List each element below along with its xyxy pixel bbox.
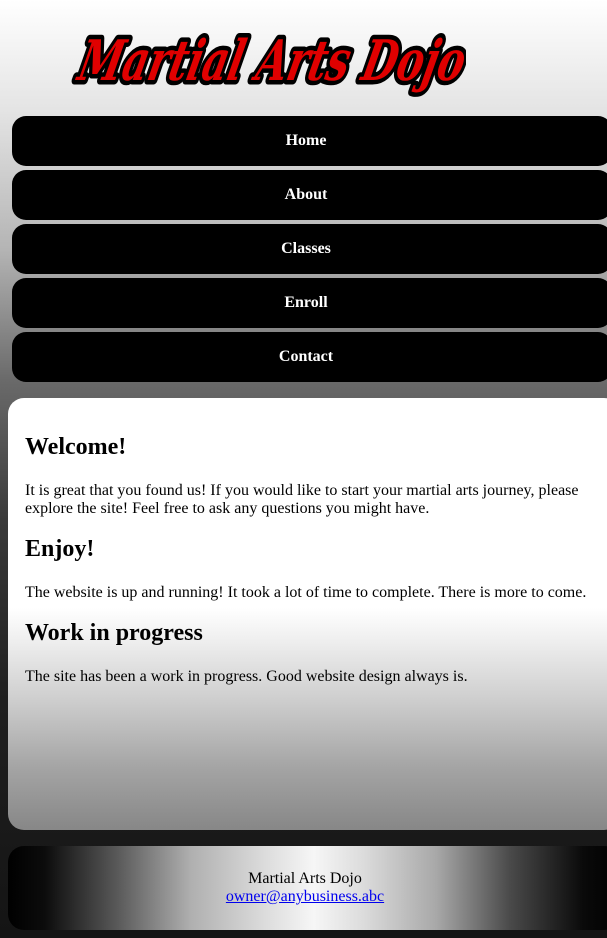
site-header: Martial Arts Dojo Martial Arts Dojo: [0, 0, 607, 112]
main-content: Welcome! It is great that you found us! …: [8, 398, 607, 830]
enjoy-heading: Enjoy!: [25, 536, 95, 562]
nav-item-enroll[interactable]: Enroll: [12, 278, 607, 328]
work-in-progress-text: The site has been a work in progress. Go…: [25, 668, 468, 685]
site-footer: Martial Arts Dojo owner@anybusiness.abc: [8, 846, 607, 930]
nav-item-classes[interactable]: Classes: [12, 224, 607, 274]
nav-item-contact[interactable]: Contact: [12, 332, 607, 382]
nav-item-about[interactable]: About: [12, 170, 607, 220]
footer-business-name: Martial Arts Dojo: [248, 870, 362, 887]
logo-text: Martial Arts Dojo: [72, 29, 466, 94]
footer-email-link[interactable]: owner@anybusiness.abc: [226, 888, 384, 905]
main-nav: Home About Classes Enroll Contact: [12, 116, 607, 386]
site-logo[interactable]: Martial Arts Dojo Martial Arts Dojo: [66, 8, 466, 108]
welcome-heading: Welcome!: [25, 434, 127, 460]
nav-item-home[interactable]: Home: [12, 116, 607, 166]
work-in-progress-heading: Work in progress: [25, 620, 203, 646]
welcome-text: It is great that you found us! If you wo…: [25, 482, 579, 517]
enjoy-text: The website is up and running! It took a…: [25, 584, 587, 601]
